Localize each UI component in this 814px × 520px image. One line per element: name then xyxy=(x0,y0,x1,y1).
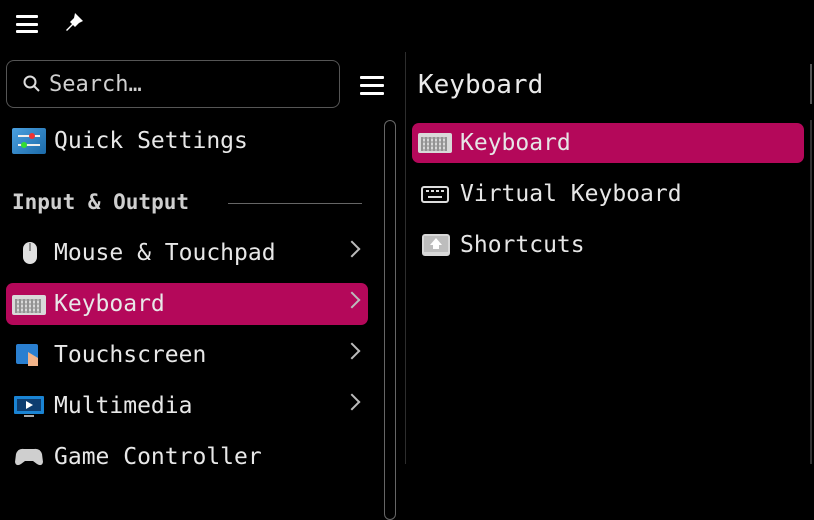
sidebar-item-label: Quick Settings xyxy=(54,128,248,154)
sidebar-item-game-controller[interactable]: Game Controller xyxy=(6,436,368,478)
touchscreen-icon xyxy=(12,342,46,368)
list-item-keyboard[interactable]: Keyboard xyxy=(412,123,804,163)
top-toolbar xyxy=(0,0,814,52)
page-title: Keyboard xyxy=(418,70,544,100)
keyboard-icon xyxy=(12,295,46,315)
sidebar-item-mouse-touchpad[interactable]: Mouse & Touchpad xyxy=(6,232,368,274)
chevron-right-icon xyxy=(343,342,361,360)
multimedia-icon xyxy=(12,393,46,419)
sidebar-item-label: Touchscreen xyxy=(54,342,207,368)
sidebar-item-multimedia[interactable]: Multimedia xyxy=(6,385,368,427)
sidebar-item-keyboard[interactable]: Keyboard xyxy=(6,283,368,325)
section-title: Input & Output xyxy=(12,190,190,214)
sidebar-scrollbar[interactable] xyxy=(384,120,396,520)
game-controller-icon xyxy=(12,444,46,470)
sidebar: Quick Settings Input & Output Mouse & To… xyxy=(0,52,406,520)
list-item-virtual-keyboard[interactable]: Virtual Keyboard xyxy=(412,174,804,214)
list-item-shortcuts[interactable]: Shortcuts xyxy=(412,225,804,265)
search-box[interactable] xyxy=(6,60,340,108)
sidebar-item-quick-settings[interactable]: Quick Settings xyxy=(6,120,368,162)
right-edge-divider xyxy=(810,64,812,104)
pane-divider xyxy=(405,52,406,464)
sidebar-item-touchscreen[interactable]: Touchscreen xyxy=(6,334,368,376)
quick-settings-icon xyxy=(12,128,46,154)
pin-icon[interactable] xyxy=(62,10,86,36)
sidebar-menu-icon[interactable] xyxy=(360,76,384,95)
search-icon xyxy=(21,73,43,95)
main-menu-icon[interactable] xyxy=(16,15,38,33)
shortcuts-icon xyxy=(418,233,452,257)
list-item-label: Keyboard xyxy=(460,130,571,156)
list-item-label: Shortcuts xyxy=(460,232,585,258)
sidebar-item-label: Keyboard xyxy=(54,291,165,317)
sidebar-item-label: Mouse & Touchpad xyxy=(54,240,276,266)
section-divider xyxy=(228,203,362,204)
sidebar-item-label: Multimedia xyxy=(54,393,193,419)
chevron-right-icon xyxy=(343,393,361,411)
keyboard-icon xyxy=(418,133,452,153)
chevron-right-icon xyxy=(343,240,361,258)
list-item-label: Virtual Keyboard xyxy=(460,181,682,207)
sidebar-item-label: Game Controller xyxy=(54,444,262,470)
chevron-right-icon xyxy=(343,291,361,309)
mouse-icon xyxy=(12,240,46,266)
search-input[interactable] xyxy=(49,71,329,97)
right-edge-divider xyxy=(810,120,812,464)
virtual-keyboard-icon xyxy=(418,182,452,206)
